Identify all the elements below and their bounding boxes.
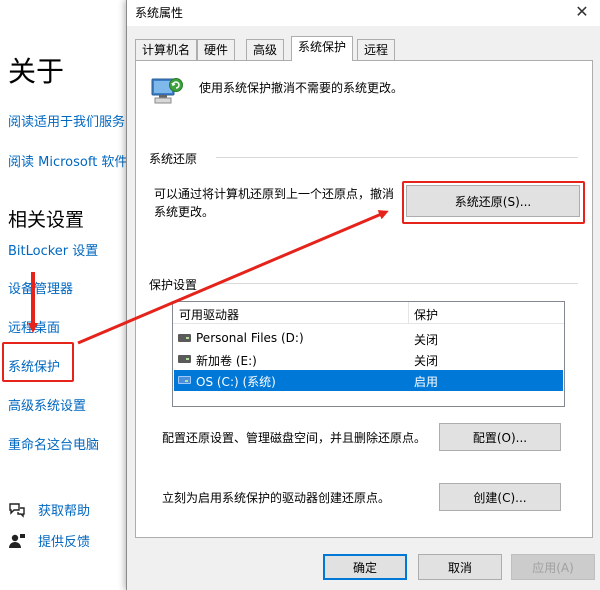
feedback-person-icon <box>8 532 26 550</box>
hard-drive-icon <box>178 355 191 363</box>
drive-protection-status: 启用 <box>414 375 439 389</box>
configure-button[interactable]: 配置(O)... <box>439 423 561 451</box>
get-help-label: 获取帮助 <box>38 504 91 519</box>
protection-settings-group-label: 保护设置 <box>149 278 198 292</box>
dialog-title: 系统属性 <box>135 6 184 20</box>
create-description: 立刻为启用系统保护的驱动器创建还原点。 <box>162 491 391 505</box>
system-restore-group-divider <box>216 157 578 158</box>
hard-drive-icon <box>178 334 191 342</box>
configure-description: 配置还原设置、管理磁盘空间，并且删除还原点。 <box>162 431 427 445</box>
tab-system-protection[interactable]: 系统保护 <box>291 36 354 61</box>
system-protection-panel: 使用系统保护撤消不需要的系统更改。 系统还原 可以通过将计算机还原到上一个还原点… <box>135 60 593 538</box>
read-services-agreement-link[interactable]: 阅读适用于我们服务 <box>8 111 125 130</box>
device-manager-link[interactable]: 设备管理器 <box>8 278 73 297</box>
drive-name: 新加卷 (E:) <box>196 354 257 368</box>
remote-desktop-link[interactable]: 远程桌面 <box>8 317 60 336</box>
drive-row-c-selected[interactable]: OS (C:) (系统) 启用 <box>174 370 563 391</box>
system-drive-icon <box>178 376 191 384</box>
related-settings-heading: 相关设置 <box>8 209 85 231</box>
column-header-protection[interactable]: 保护 <box>414 306 438 323</box>
tab-advanced[interactable]: 高级 <box>246 39 285 60</box>
restore-description-line2: 系统更改。 <box>154 205 215 219</box>
column-separator[interactable] <box>408 302 409 324</box>
get-help-link[interactable]: 获取帮助 <box>8 500 90 519</box>
give-feedback-label: 提供反馈 <box>38 535 91 550</box>
rename-pc-link[interactable]: 重命名这台电脑 <box>8 434 99 453</box>
create-button[interactable]: 创建(C)... <box>439 483 561 511</box>
drive-protection-status: 关闭 <box>414 354 439 368</box>
tab-computer-name[interactable]: 计算机名 <box>135 39 198 60</box>
advanced-system-settings-link[interactable]: 高级系统设置 <box>8 395 86 414</box>
cancel-button[interactable]: 取消 <box>418 554 502 580</box>
system-protection-computer-icon <box>150 75 184 107</box>
intro-text: 使用系统保护撤消不需要的系统更改。 <box>199 81 404 95</box>
tab-hardware[interactable]: 硬件 <box>197 39 236 60</box>
dialog-titlebar[interactable]: 系统属性 ✕ <box>127 0 600 26</box>
system-properties-dialog: 系统属性 ✕ 计算机名 硬件 高级 系统保护 远程 使用系统保护撤消不需要的系统 <box>126 0 600 590</box>
drive-protection-status: 关闭 <box>414 333 439 347</box>
drive-row-e[interactable]: 新加卷 (E:) 关闭 <box>174 349 563 370</box>
protection-settings-group-divider <box>216 283 578 284</box>
tab-remote[interactable]: 远程 <box>357 39 396 60</box>
give-feedback-link[interactable]: 提供反馈 <box>8 531 90 550</box>
about-heading: 关于 <box>8 55 65 88</box>
available-drives-list[interactable]: 可用驱动器 保护 Personal Files (D:) 关闭 新加卷 (E:)… <box>172 301 565 407</box>
system-restore-button[interactable]: 系统还原(S)... <box>406 185 580 217</box>
bitlocker-settings-link[interactable]: BitLocker 设置 <box>8 240 98 259</box>
drive-name: OS (C:) (系统) <box>196 375 276 389</box>
column-header-drive[interactable]: 可用驱动器 <box>179 306 239 323</box>
close-icon[interactable]: ✕ <box>571 1 593 23</box>
screenshot-root: 关于 阅读适用于我们服务 阅读 Microsoft 软件 相关设置 BitLoc… <box>0 0 600 590</box>
read-license-terms-link[interactable]: 阅读 Microsoft 软件 <box>8 151 127 170</box>
drive-list-header: 可用驱动器 保护 <box>173 302 564 324</box>
system-protection-link[interactable]: 系统保护 <box>8 356 60 375</box>
restore-description-line1: 可以通过将计算机还原到上一个还原点，撤消 <box>154 187 395 201</box>
drive-name: Personal Files (D:) <box>196 331 304 345</box>
system-restore-group-label: 系统还原 <box>149 152 198 166</box>
settings-about-page: 关于 阅读适用于我们服务 阅读 Microsoft 软件 相关设置 BitLoc… <box>0 0 130 590</box>
apply-button[interactable]: 应用(A) <box>511 554 595 580</box>
help-chat-icon <box>8 501 26 519</box>
drive-row-d[interactable]: Personal Files (D:) 关闭 <box>174 328 563 349</box>
ok-button[interactable]: 确定 <box>323 554 407 580</box>
